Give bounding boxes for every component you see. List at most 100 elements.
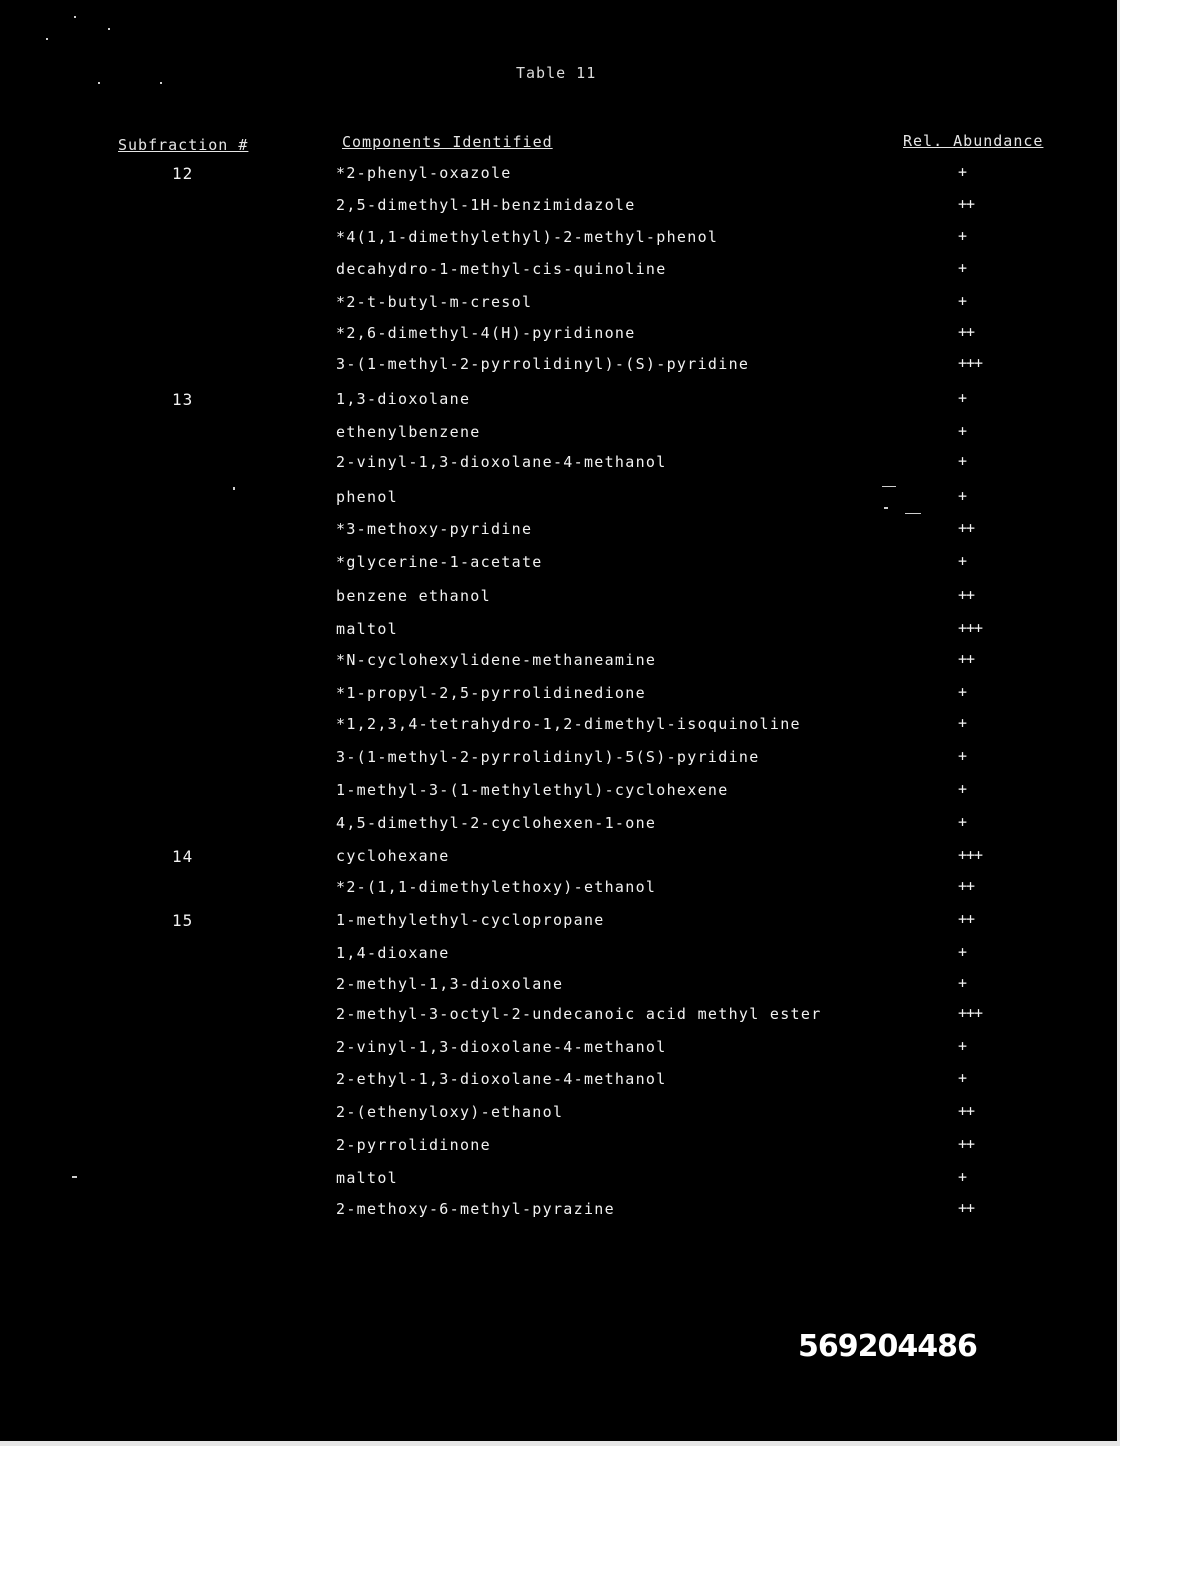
- abundance-cell: +: [958, 683, 967, 701]
- table-row: *1,2,3,4-tetrahydro-1,2-dimethyl-isoquin…: [0, 714, 1120, 745]
- component-cell: phenol: [336, 488, 398, 506]
- table-row: *2-(1,1-dimethylethoxy)-ethanol ++: [0, 877, 1120, 908]
- table-row: *2,6-dimethyl-4(H)-pyridinone ++: [0, 323, 1120, 354]
- component-cell: *N-cyclohexylidene-methaneamine: [336, 651, 657, 669]
- subfraction-cell: 15: [172, 911, 194, 930]
- component-cell: 2-vinyl-1,3-dioxolane-4-methanol: [336, 453, 667, 471]
- abundance-cell: ++: [958, 1135, 975, 1153]
- abundance-cell: +: [958, 1168, 967, 1186]
- table-row: *4(1,1-dimethylethyl)-2-methyl-phenol +: [0, 227, 1120, 258]
- component-cell: *2-(1,1-dimethylethoxy)-ethanol: [336, 878, 657, 896]
- abundance-cell: ++: [958, 1102, 975, 1120]
- table-row: 2-vinyl-1,3-dioxolane-4-methanol +: [0, 1037, 1120, 1068]
- header-subfraction: Subfraction #: [118, 136, 249, 154]
- table-row: *N-cyclohexylidene-methaneamine ++: [0, 650, 1120, 681]
- component-cell: *glycerine-1-acetate: [336, 553, 543, 571]
- table-row: phenol +: [0, 487, 1120, 518]
- table-row: 14 cyclohexane +++: [0, 846, 1120, 877]
- abundance-cell: +: [958, 1069, 967, 1087]
- component-cell: 1-methylethyl-cyclopropane: [336, 911, 605, 929]
- component-cell: 2-(ethenyloxy)-ethanol: [336, 1103, 564, 1121]
- abundance-cell: +: [958, 227, 967, 245]
- abundance-cell: +: [958, 1037, 967, 1055]
- table-row: ethenylbenzene +: [0, 422, 1120, 453]
- abundance-cell: +: [958, 163, 967, 181]
- table-row: 2-methyl-1,3-dioxolane +: [0, 974, 1120, 1005]
- document-number: 569204486: [798, 1329, 978, 1364]
- abundance-cell: +: [958, 487, 967, 505]
- component-cell: 1,4-dioxane: [336, 944, 450, 962]
- abundance-cell: ++: [958, 323, 975, 341]
- table-row: 2-vinyl-1,3-dioxolane-4-methanol +: [0, 452, 1120, 483]
- abundance-cell: +: [958, 259, 967, 277]
- table-row: 2-methyl-3-octyl-2-undecanoic acid methy…: [0, 1004, 1120, 1035]
- component-cell: cyclohexane: [336, 847, 450, 865]
- scanned-page: Table 11 Subfraction # Components Identi…: [0, 0, 1120, 1444]
- table-row: 1-methyl-3-(1-methylethyl)-cyclohexene +: [0, 780, 1120, 811]
- component-cell: maltol: [336, 620, 398, 638]
- table-row: benzene ethanol ++: [0, 586, 1120, 617]
- table-row: *1-propyl-2,5-pyrrolidinedione +: [0, 683, 1120, 714]
- table-row: 2-ethyl-1,3-dioxolane-4-methanol +: [0, 1069, 1120, 1100]
- component-cell: *2-phenyl-oxazole: [336, 164, 512, 182]
- table-row: 13 1,3-dioxolane +: [0, 389, 1120, 420]
- table-row: *3-methoxy-pyridine ++: [0, 519, 1120, 550]
- subfraction-cell: 12: [172, 164, 194, 183]
- abundance-cell: ++: [958, 1199, 975, 1217]
- scan-speck: [74, 16, 76, 18]
- component-cell: maltol: [336, 1169, 398, 1187]
- component-cell: *3-methoxy-pyridine: [336, 520, 533, 538]
- component-cell: decahydro-1-methyl-cis-quinoline: [336, 260, 667, 278]
- table-row: *2-t-butyl-m-cresol +: [0, 292, 1120, 323]
- page-edge-right: [1117, 0, 1120, 1444]
- component-cell: 2-methyl-1,3-dioxolane: [336, 975, 564, 993]
- abundance-cell: +: [958, 552, 967, 570]
- abundance-cell: +: [958, 813, 967, 831]
- component-cell: 3-(1-methyl-2-pyrrolidinyl)-5(S)-pyridin…: [336, 748, 760, 766]
- table-row: 15 1-methylethyl-cyclopropane ++: [0, 910, 1120, 941]
- scan-speck: [882, 486, 896, 487]
- table-title: Table 11: [516, 64, 597, 82]
- abundance-cell: +: [958, 422, 967, 440]
- abundance-cell: +: [958, 747, 967, 765]
- component-cell: 2-ethyl-1,3-dioxolane-4-methanol: [336, 1070, 667, 1088]
- table-row: 12 *2-phenyl-oxazole +: [0, 163, 1120, 194]
- abundance-cell: +: [958, 452, 967, 470]
- abundance-cell: ++: [958, 910, 975, 928]
- abundance-cell: +: [958, 714, 967, 732]
- table-row: 2,5-dimethyl-1H-benzimidazole ++: [0, 195, 1120, 226]
- component-cell: 3-(1-methyl-2-pyrrolidinyl)-(S)-pyridine: [336, 355, 750, 373]
- abundance-cell: +: [958, 943, 967, 961]
- table-row: maltol +++: [0, 619, 1120, 650]
- component-cell: 1,3-dioxolane: [336, 390, 471, 408]
- component-cell: 2-methyl-3-octyl-2-undecanoic acid methy…: [336, 1005, 822, 1023]
- component-cell: *1,2,3,4-tetrahydro-1,2-dimethyl-isoquin…: [336, 715, 801, 733]
- abundance-cell: +: [958, 974, 967, 992]
- scan-speck: [160, 82, 162, 84]
- component-cell: 2,5-dimethyl-1H-benzimidazole: [336, 196, 636, 214]
- component-cell: benzene ethanol: [336, 587, 491, 605]
- table-row: 3-(1-methyl-2-pyrrolidinyl)-5(S)-pyridin…: [0, 747, 1120, 778]
- abundance-cell: +: [958, 292, 967, 310]
- table-row: 2-methoxy-6-methyl-pyrazine ++: [0, 1199, 1120, 1230]
- component-cell: 2-pyrrolidinone: [336, 1136, 491, 1154]
- table-row: 3-(1-methyl-2-pyrrolidinyl)-(S)-pyridine…: [0, 354, 1120, 385]
- table-row: 2-(ethenyloxy)-ethanol ++: [0, 1102, 1120, 1133]
- abundance-cell: ++: [958, 877, 975, 895]
- abundance-cell: +++: [958, 619, 983, 637]
- header-abundance: Rel. Abundance: [903, 132, 1044, 150]
- abundance-cell: +: [958, 389, 967, 407]
- table-row: 4,5-dimethyl-2-cyclohexen-1-one +: [0, 813, 1120, 844]
- abundance-cell: ++: [958, 650, 975, 668]
- subfraction-cell: 14: [172, 847, 194, 866]
- scan-speck: [98, 82, 100, 84]
- component-cell: *4(1,1-dimethylethyl)-2-methyl-phenol: [336, 228, 719, 246]
- component-cell: 1-methyl-3-(1-methylethyl)-cyclohexene: [336, 781, 729, 799]
- component-cell: *1-propyl-2,5-pyrrolidinedione: [336, 684, 646, 702]
- table-row: 2-pyrrolidinone ++: [0, 1135, 1120, 1166]
- component-cell: 4,5-dimethyl-2-cyclohexen-1-one: [336, 814, 657, 832]
- abundance-cell: +++: [958, 846, 983, 864]
- subfraction-cell: 13: [172, 390, 194, 409]
- abundance-cell: +: [958, 780, 967, 798]
- component-cell: *2,6-dimethyl-4(H)-pyridinone: [336, 324, 636, 342]
